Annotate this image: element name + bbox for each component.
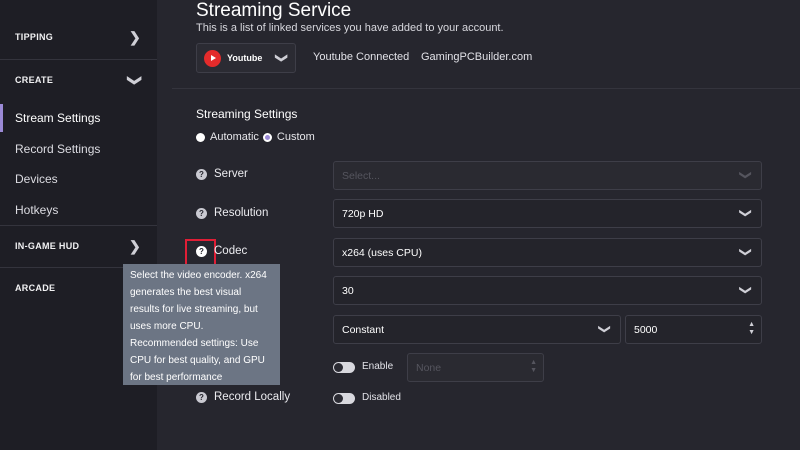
bitrate-value: 5000 <box>634 323 658 336</box>
service-select[interactable]: Youtube ❯ <box>196 43 296 73</box>
server-placeholder: Select... <box>342 169 380 182</box>
chevron-down-icon: ❯ <box>738 169 753 181</box>
sidebar-item-record-settings[interactable]: Record Settings <box>0 135 157 163</box>
bitrate-mode-select[interactable]: Constant ❯ <box>333 315 621 344</box>
sidebar-section-create[interactable]: CREATE ❯ <box>0 59 157 101</box>
chevron-down-icon: ❯ <box>738 207 753 219</box>
resolution-label-text: Resolution <box>214 207 269 219</box>
server-label: ? Server <box>196 168 248 180</box>
keyframe-placeholder: None <box>416 361 442 374</box>
bitrate-mode-value: Constant <box>342 323 385 336</box>
help-icon[interactable]: ? <box>196 168 207 180</box>
radio-custom[interactable] <box>262 132 272 142</box>
record-locally-label: ? Record Locally <box>196 391 290 403</box>
chevron-right-icon: ❯ <box>128 28 141 45</box>
sidebar-item-stream-settings[interactable]: Stream Settings <box>0 104 157 132</box>
help-icon[interactable]: ? <box>196 207 207 219</box>
record-locally-label-text: Record Locally <box>214 391 291 403</box>
divider <box>172 88 800 89</box>
resolution-label: ? Resolution <box>196 207 268 219</box>
chevron-down-icon: ❯ <box>127 73 144 87</box>
connection-status: Youtube Connected <box>313 51 410 63</box>
sidebar-section-tipping[interactable]: TIPPING ❯ <box>0 16 157 58</box>
codec-tooltip: Select the video encoder. x264 generates… <box>123 264 280 385</box>
codec-select[interactable]: x264 (uses CPU) ❯ <box>333 238 762 267</box>
help-icon[interactable]: ? <box>196 245 207 257</box>
chevron-down-icon: ❯ <box>274 52 289 64</box>
stepper-icon[interactable]: ▲ ▼ <box>530 359 537 375</box>
server-label-text: Server <box>214 168 248 180</box>
sidebar-item-hotkeys[interactable]: Hotkeys <box>0 196 157 224</box>
enable-toggle-label: Enable <box>362 361 394 372</box>
page-title: Streaming Service <box>196 0 352 21</box>
sidebar-section-in-game-hud[interactable]: IN-GAME HUD ❯ <box>0 225 157 267</box>
sidebar-section-label: CREATE <box>15 75 54 85</box>
service-select-value: Youtube <box>227 53 263 63</box>
radio-label-custom: Custom <box>276 131 315 143</box>
tooltip-line: generates the best visual <box>130 287 242 298</box>
chevron-down-icon: ❯ <box>738 284 753 296</box>
radio-automatic[interactable] <box>196 132 205 142</box>
codec-value: x264 (uses CPU) <box>342 246 422 259</box>
record-locally-toggle[interactable] <box>333 393 355 404</box>
sidebar-item-devices[interactable]: Devices <box>0 165 157 193</box>
stepper-icon[interactable]: ▲ ▼ <box>748 321 755 337</box>
page-subtitle: This is a list of linked services you ha… <box>196 22 504 34</box>
codec-label: ? Codec <box>196 245 247 257</box>
fps-select[interactable]: 30 ❯ <box>333 276 762 305</box>
section-title: Streaming Settings <box>196 107 298 121</box>
bitrate-input[interactable]: 5000 ▲ ▼ <box>625 315 762 344</box>
tooltip-line: Recommended settings: Use <box>130 338 259 349</box>
radio-label-automatic: Automatic <box>210 131 259 143</box>
account-name: GamingPCBuilder.com <box>421 51 533 63</box>
chevron-right-icon: ❯ <box>128 237 141 254</box>
enable-toggle[interactable] <box>333 362 355 373</box>
tooltip-line: Select the video encoder. x264 <box>130 270 267 281</box>
sidebar-section-label: TIPPING <box>15 32 54 42</box>
chevron-down-icon: ❯ <box>597 323 612 335</box>
record-locally-status: Disabled <box>362 392 401 403</box>
tooltip-line: for best performance <box>130 372 223 383</box>
resolution-value: 720p HD <box>342 207 384 220</box>
resolution-select[interactable]: 720p HD ❯ <box>333 199 762 228</box>
mode-radio-group: Automatic Custom <box>196 131 315 143</box>
tooltip-line: results for live streaming, but <box>130 304 258 315</box>
fps-value: 30 <box>342 284 354 297</box>
sidebar-section-label: IN-GAME HUD <box>15 241 80 251</box>
codec-label-text: Codec <box>214 245 248 257</box>
youtube-icon <box>204 49 221 67</box>
help-icon[interactable]: ? <box>196 391 207 403</box>
chevron-down-icon: ❯ <box>738 246 753 258</box>
tooltip-line: CPU for best quality, and GPU <box>130 355 265 366</box>
sidebar-section-label: ARCADE <box>15 283 56 293</box>
keyframe-input[interactable]: None ▲ ▼ <box>407 353 544 382</box>
server-select[interactable]: Select... ❯ <box>333 161 762 190</box>
tooltip-line: uses more CPU. <box>130 321 204 332</box>
